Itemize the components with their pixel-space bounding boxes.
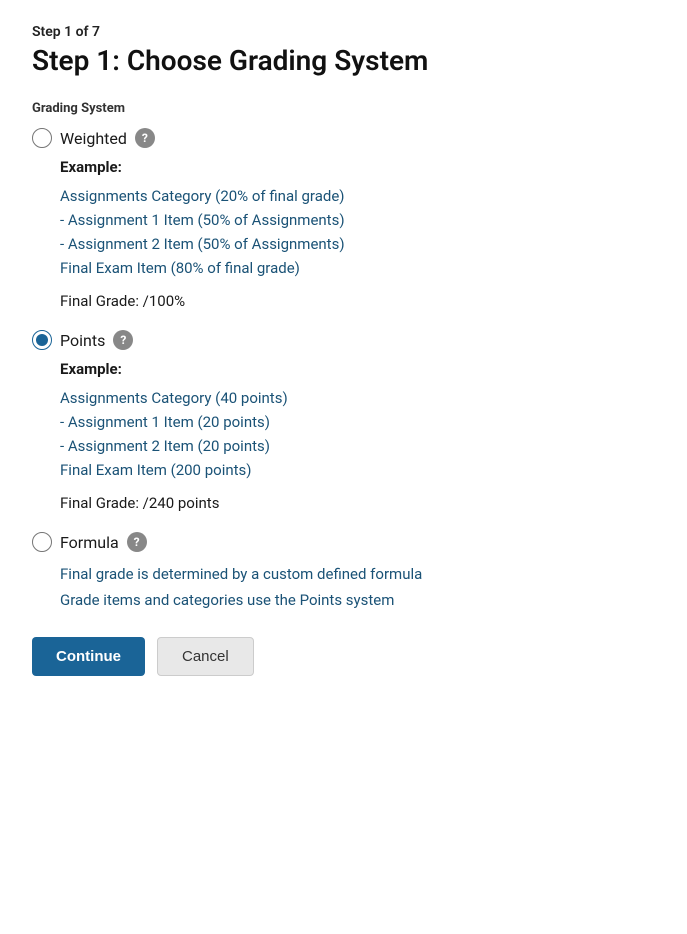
details-weighted: Example: Assignments Category (20% of fi… xyxy=(60,158,655,310)
example-list-weighted: Assignments Category (20% of final grade… xyxy=(60,184,655,280)
list-item: - Assignment 1 Item (20 points) xyxy=(60,410,655,434)
example-label-weighted: Example: xyxy=(60,158,655,176)
page-container: Step 1 of 7 Step 1: Choose Grading Syste… xyxy=(0,0,687,934)
help-icon-weighted[interactable]: ? xyxy=(135,128,155,148)
step-indicator: Step 1 of 7 xyxy=(32,24,655,40)
formula-desc-line2: Grade items and categories use the Point… xyxy=(60,588,655,614)
formula-desc-line1: Final grade is determined by a custom de… xyxy=(60,562,655,588)
final-grade-points: Final Grade: /240 points xyxy=(60,494,655,512)
final-grade-weighted: Final Grade: /100% xyxy=(60,292,655,310)
list-item: - Assignment 1 Item (50% of Assignments) xyxy=(60,208,655,232)
label-points[interactable]: Points xyxy=(60,331,105,350)
grading-system-label: Grading System xyxy=(32,101,655,116)
example-label-points: Example: xyxy=(60,360,655,378)
list-item: - Assignment 2 Item (50% of Assignments) xyxy=(60,232,655,256)
button-row: Continue Cancel xyxy=(32,637,655,676)
option-points: Points ? Example: Assignments Category (… xyxy=(32,330,655,512)
formula-description: Final grade is determined by a custom de… xyxy=(60,562,655,613)
list-item: Assignments Category (20% of final grade… xyxy=(60,184,655,208)
list-item: Final Exam Item (200 points) xyxy=(60,458,655,482)
help-icon-points[interactable]: ? xyxy=(113,330,133,350)
option-formula: Formula ? Final grade is determined by a… xyxy=(32,532,655,613)
cancel-button[interactable]: Cancel xyxy=(157,637,254,676)
list-item: Assignments Category (40 points) xyxy=(60,386,655,410)
label-formula[interactable]: Formula xyxy=(60,533,119,552)
list-item: - Assignment 2 Item (20 points) xyxy=(60,434,655,458)
radio-formula[interactable] xyxy=(32,532,52,552)
continue-button[interactable]: Continue xyxy=(32,637,145,676)
option-weighted: Weighted ? Example: Assignments Category… xyxy=(32,128,655,310)
label-weighted[interactable]: Weighted xyxy=(60,129,127,148)
radio-weighted[interactable] xyxy=(32,128,52,148)
help-icon-formula[interactable]: ? xyxy=(127,532,147,552)
list-item: Final Exam Item (80% of final grade) xyxy=(60,256,655,280)
radio-points[interactable] xyxy=(32,330,52,350)
page-title: Step 1: Choose Grading System xyxy=(32,44,655,77)
example-list-points: Assignments Category (40 points) - Assig… xyxy=(60,386,655,482)
details-points: Example: Assignments Category (40 points… xyxy=(60,360,655,512)
